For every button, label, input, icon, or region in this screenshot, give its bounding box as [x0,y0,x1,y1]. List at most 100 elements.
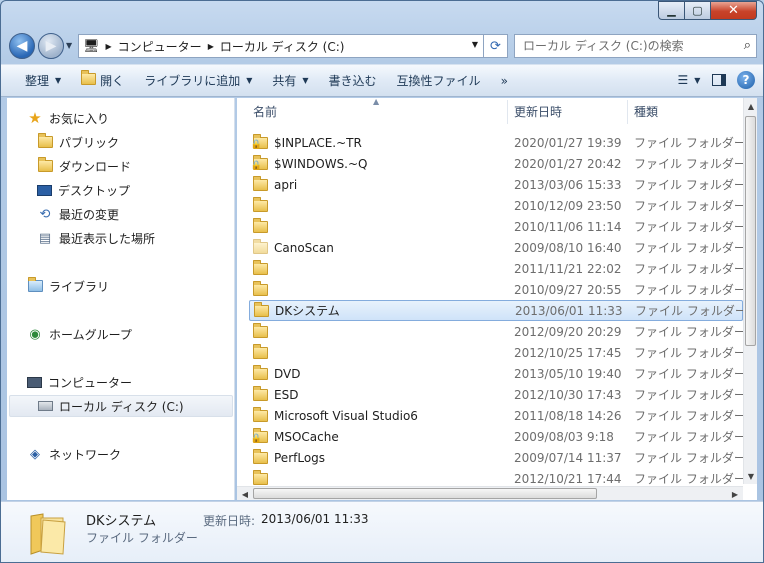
library-icon [27,277,43,294]
breadcrumb-local-disk[interactable]: ローカル ディスク (C:) [220,38,345,55]
nav-item-desktop[interactable]: デスクトップ [37,179,130,201]
breadcrumb-computer[interactable]: コンピューター [118,38,202,55]
locked-folder-icon: 🔒 [251,133,269,151]
file-name[interactable]: DKシステム [275,302,340,319]
file-name[interactable]: MSOCache [274,430,339,444]
minimize-button[interactable]: ▁ [658,1,685,20]
file-row[interactable]: PerfLogs 2009/07/14 11:37 ファイル フォルダー [249,447,746,468]
nav-item-label: ローカル ディスク (C:) [59,399,184,414]
nav-item-recent-changes[interactable]: ⟲ 最近の変更 [37,203,119,225]
file-name[interactable]: apri [274,178,297,192]
nav-item-libraries[interactable]: ライブラリ [27,275,109,297]
command-bar: 整理 ▼ 開く ライブラリに追加 ▼ 共有 ▼ 書き込む 互換性ファイル » ☰… [1,64,763,97]
file-row[interactable]: 🔒 MSOCache 2009/08/03 9:18 ファイル フォルダー [249,426,746,447]
file-name[interactable]: $INPLACE.~TR [274,136,362,150]
file-modified: 2020/01/27 20:42 [514,156,622,171]
vertical-scroll-thumb[interactable] [745,116,756,346]
nav-item-homegroup[interactable]: ◉ ホームグループ [27,323,132,345]
nav-item-computer[interactable]: コンピューター [27,371,132,393]
help-icon[interactable]: ? [737,71,755,89]
file-row[interactable]: 🔒 $INPLACE.~TR 2020/01/27 19:39 ファイル フォルダー [249,132,746,153]
file-name[interactable]: Microsoft Visual Studio6 [274,409,418,423]
refresh-button[interactable]: ⟳ [484,34,508,58]
open-label: 開く [100,74,125,88]
open-button[interactable]: 開く [71,69,134,93]
file-type: ファイル フォルダー [634,430,746,444]
horizontal-scroll-thumb[interactable] [253,488,597,499]
scroll-left-arrow[interactable]: ◀ [237,487,253,501]
change-view-button[interactable]: ☰ ▼ [677,69,701,91]
file-type: ファイル フォルダー [634,367,746,381]
folder-icon [251,259,269,277]
file-name[interactable]: PerfLogs [274,451,325,465]
horizontal-scrollbar[interactable]: ◀ ▶ [237,486,743,500]
scroll-right-arrow[interactable]: ▶ [727,487,743,501]
folder-icon [251,364,269,382]
forward-button[interactable]: ▶ [38,33,64,59]
more-commands-button[interactable]: » [491,69,518,93]
file-modified: 2020/01/27 19:39 [514,135,622,150]
nav-item-label: 最近の変更 [59,207,120,222]
burn-button[interactable]: 書き込む [319,69,387,93]
column-type[interactable]: 種類 [628,98,658,124]
file-name[interactable]: DVD [274,367,300,381]
file-name[interactable]: $WINDOWS.~Q [274,157,368,171]
maximize-button[interactable]: ▢ [685,1,711,20]
file-modified: 2011/08/18 14:26 [514,408,622,423]
file-modified: 2013/05/10 19:40 [514,366,622,381]
file-row[interactable]: 2010/12/09 23:50 ファイル フォルダー [249,195,746,216]
nav-item-label: ダウンロード [59,159,132,174]
recent-pages-dropdown[interactable]: ▼ [66,41,72,50]
chevron-right-icon[interactable]: ▶ [106,42,112,51]
chevron-down-icon[interactable]: ▼ [472,40,478,49]
details-modified-value: 2013/06/01 11:33 [261,512,369,526]
folder-open-icon [81,70,97,88]
file-type: ファイル フォルダー [634,325,746,339]
column-modified[interactable]: 更新日時 [508,98,562,124]
homegroup-icon: ◉ [29,326,41,342]
search-icon[interactable]: ⌕ [744,38,751,53]
scroll-down-arrow[interactable]: ▼ [744,468,758,484]
nav-item-public[interactable]: パブリック [37,131,119,153]
column-name[interactable]: 名前 [247,98,277,124]
file-name[interactable]: CanoScan [274,241,334,255]
file-row[interactable]: apri 2013/03/06 15:33 ファイル フォルダー [249,174,746,195]
file-row[interactable]: 2011/11/21 22:02 ファイル フォルダー [249,258,746,279]
vertical-scrollbar[interactable]: ▲ ▼ [743,98,757,484]
file-row[interactable]: 2012/10/25 17:45 ファイル フォルダー [249,342,746,363]
address-bar[interactable]: 🖥 ▶ コンピューター ▶ ローカル ディスク (C:) ▼ [78,34,484,58]
file-row[interactable]: Microsoft Visual Studio6 2011/08/18 14:26… [249,405,746,426]
column-modified-label: 更新日時 [514,104,563,119]
file-modified: 2013/06/01 11:33 [515,303,623,318]
file-row[interactable]: DVD 2013/05/10 19:40 ファイル フォルダー [249,363,746,384]
close-button[interactable]: ✕ [711,1,757,20]
file-row[interactable]: 2010/11/06 11:14 ファイル フォルダー [249,216,746,237]
column-header: ▲ 名前 更新日時 種類 [237,97,743,124]
nav-item-downloads[interactable]: ダウンロード [37,155,131,177]
back-button[interactable]: ◀ [9,33,35,59]
folder-icon [251,469,269,487]
nav-item-recent-places[interactable]: ▤ 最近表示した場所 [37,227,155,249]
search-input[interactable] [523,39,723,53]
nav-item-favorites[interactable]: ★ お気に入り [27,107,109,129]
nav-item-local-disk[interactable]: ローカル ディスク (C:) [9,395,233,417]
file-row[interactable]: ESD 2012/10/30 17:43 ファイル フォルダー [249,384,746,405]
preview-pane-button[interactable] [707,69,731,91]
share-button[interactable]: 共有 ▼ [262,69,318,93]
add-to-library-button[interactable]: ライブラリに追加 ▼ [134,69,262,93]
file-row[interactable]: 🔒 $WINDOWS.~Q 2020/01/27 20:42 ファイル フォルダー [249,153,746,174]
file-row[interactable]: 2012/09/20 20:29 ファイル フォルダー [249,321,746,342]
column-type-label: 種類 [634,104,659,119]
chevron-down-icon: ▼ [694,75,701,85]
file-name[interactable]: ESD [274,388,298,402]
file-row[interactable]: DKシステム 2013/06/01 11:33 ファイル フォルダー [249,300,747,321]
compat-files-button[interactable]: 互換性ファイル [387,69,491,93]
chevron-right-icon[interactable]: ▶ [208,42,214,51]
organize-button[interactable]: 整理 ▼ [15,69,71,93]
file-row[interactable]: 2010/09/27 20:55 ファイル フォルダー [249,279,746,300]
nav-item-network[interactable]: ◈ ネットワーク [27,443,121,465]
search-box[interactable]: ⌕ [514,34,757,58]
file-row[interactable]: CanoScan 2009/08/10 16:40 ファイル フォルダー [249,237,746,258]
scroll-up-arrow[interactable]: ▲ [744,98,758,114]
details-item-type: ファイル フォルダー [86,531,198,545]
